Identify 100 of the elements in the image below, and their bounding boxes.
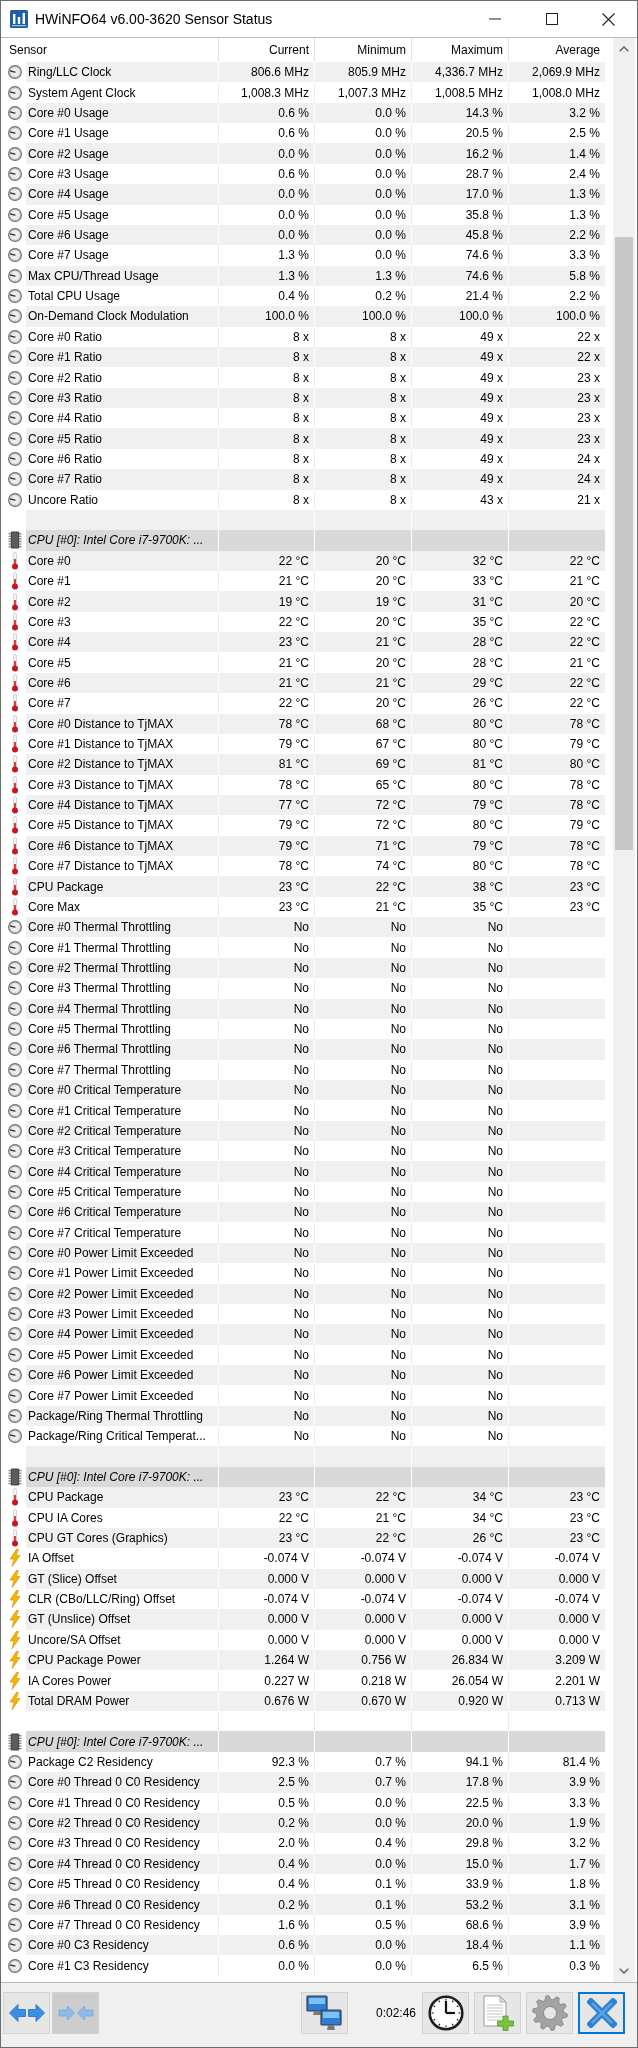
add-document-button[interactable] — [474, 1992, 521, 2034]
sensor-name: Core #6 — [28, 676, 71, 689]
table-row[interactable]: Core #0 Thermal Throttling No No No — [26, 917, 605, 938]
table-row[interactable]: Total DRAM Power 0.676 W 0.670 W 0.920 W 0.713 W — [26, 1690, 605, 1712]
table-row[interactable]: Core #6 Thermal Throttling No No No — [26, 1039, 605, 1060]
expand-button[interactable] — [3, 1992, 50, 2034]
current-value: 21 °C — [278, 676, 309, 689]
average-value: 20 °C — [569, 595, 600, 608]
close-button[interactable] — [578, 1992, 625, 2034]
table-row[interactable]: Core #6 Thread 0 C0 Residency 0.2 % 0.1 % 53.2 % 3.1 % — [26, 1894, 605, 1915]
sensor-name: Core #2 Thread 0 C0 Residency — [28, 1817, 200, 1830]
table-row[interactable]: Core #1 Ratio 8 x 8 x 49 x 22 x — [26, 347, 605, 368]
table-row[interactable]: Core #4 Distance to TjMAX 77 °C 72 °C 79 °C 78 °C — [26, 794, 605, 816]
gauge-icon — [8, 1123, 22, 1138]
table-row[interactable]: On-Demand Clock Modulation 100.0 % 100.0 % 100.0 % 100.0 % — [26, 306, 605, 327]
minimum-value: No — [390, 1389, 406, 1402]
average-value: 21 °C — [569, 575, 600, 588]
sensor-name: Core #6 Ratio — [28, 453, 103, 465]
table-row[interactable]: CPU Package Power 1.264 W 0.756 W 26.834 W 3.209 W — [26, 1650, 605, 1671]
table-row[interactable]: Core #2 Thermal Throttling No No No — [26, 957, 605, 979]
table-row[interactable]: GT (Slice) Offset 0.000 V 0.000 V 0.000 V 0.000 V — [26, 1568, 605, 1589]
table-row[interactable]: Core #6 Critical Temperature No No No — [26, 1202, 605, 1223]
sensor-name: Core #4 — [28, 636, 71, 649]
table-row[interactable]: Core #3 Ratio 8 x 8 x 49 x 23 x — [26, 387, 605, 409]
table-row[interactable]: Core #4 Thermal Throttling No No No — [26, 998, 605, 1019]
minimum-value: 69 °C — [375, 758, 406, 771]
table-row[interactable]: Core #7 Ratio 8 x 8 x 49 x 24 x — [26, 469, 605, 490]
maximum-value: No — [487, 1023, 503, 1036]
table-row[interactable]: Core #4 Thread 0 C0 Residency 0.4 % 0.0 % 15.0 % 1.7 % — [26, 1853, 605, 1874]
maximize-icon[interactable] — [545, 13, 558, 25]
minimum-value: No — [390, 1104, 406, 1117]
table-row[interactable]: Core #0 Power Limit Exceeded No No No — [26, 1242, 605, 1264]
gauge-icon — [8, 329, 22, 344]
current-value: 23 °C — [278, 900, 309, 913]
chevron-up-icon[interactable] — [619, 46, 629, 52]
settings-button[interactable] — [526, 1992, 573, 2034]
table-row[interactable]: Package/Ring Thermal Throttling No No No — [26, 1405, 605, 1427]
table-row[interactable]: Core #0 Distance to TjMAX 78 °C 68 °C 80 °C 78 °C — [26, 713, 605, 734]
table-row[interactable]: Core #0 Usage 0.6 % 0.0 % 14.3 % 3.2 % — [26, 102, 605, 124]
table-row[interactable]: Core #4 Usage 0.0 % 0.0 % 17.0 % 1.3 % — [26, 184, 605, 205]
table-row[interactable]: Core #0 22 °C 20 °C 32 °C 22 °C — [26, 550, 605, 571]
table-row[interactable]: Core #2 Thread 0 C0 Residency 0.2 % 0.0 % 20.0 % 1.9 % — [26, 1812, 605, 1834]
sensor-name: Core #5 Usage — [28, 208, 109, 221]
close-icon[interactable] — [602, 12, 615, 26]
current-value: 0.227 W — [264, 1674, 309, 1687]
maximum-value: 28 °C — [472, 636, 503, 649]
network-button[interactable] — [300, 1992, 348, 2034]
minimize-icon[interactable] — [488, 18, 501, 20]
table-row[interactable]: Core #6 21 °C 21 °C 29 °C 22 °C — [26, 672, 605, 694]
table-row[interactable]: Core #2 Distance to TjMAX 81 °C 69 °C 81 °C 80 °C — [26, 754, 605, 775]
table-row[interactable]: GT (Unslice) Offset 0.000 V 0.000 V 0.000 V 0.000 V — [26, 1609, 605, 1630]
section-header[interactable]: CPU [#0]: Intel Core i7-9700K: ... — [26, 1466, 605, 1488]
lightning-icon — [9, 1590, 21, 1609]
minimum-value: 72 °C — [375, 799, 406, 812]
table-row[interactable]: Core #6 Usage 0.0 % 0.0 % 45.8 % 2.2 % — [26, 224, 605, 246]
scrollbar[interactable] — [613, 38, 635, 1982]
scrollbar-thumb[interactable] — [615, 237, 633, 850]
lightning-icon — [9, 1630, 21, 1649]
table-row[interactable]: Core #2 Critical Temperature No No No — [26, 1120, 605, 1142]
current-value: 23 °C — [278, 880, 309, 893]
table-row[interactable]: Core #2 19 °C 19 °C 31 °C 20 °C — [26, 591, 605, 612]
table-row[interactable]: CPU Package 23 °C 22 °C 38 °C 23 °C — [26, 876, 605, 897]
sensor-name: Core #4 Power Limit Exceeded — [28, 1328, 194, 1341]
minimum-value: 20 °C — [375, 575, 406, 588]
table-row[interactable]: Core #0 Critical Temperature No No No — [26, 1079, 605, 1101]
table-row[interactable]: Core #2 Usage 0.0 % 0.0 % 16.2 % 1.4 % — [26, 143, 605, 164]
table-row[interactable]: Ring/LLC Clock 806.6 MHz 805.9 MHz 4,336.7 MHz 2,069.9 MHz — [26, 62, 605, 83]
section-header[interactable]: CPU [#0]: Intel Core i7-9700K: ... — [26, 530, 605, 551]
gauge-icon — [8, 65, 22, 80]
table-row[interactable]: Core #4 Power Limit Exceeded No No No — [26, 1324, 605, 1345]
gauge-icon — [8, 248, 22, 263]
average-value: 78 °C — [569, 717, 600, 730]
minimum-value: 0.000 V — [364, 1633, 406, 1646]
minimum-value: No — [390, 1165, 406, 1178]
gauge-icon — [8, 1144, 22, 1159]
gauge-icon — [8, 1856, 22, 1871]
minimum-value: 8 x — [390, 371, 406, 384]
maximum-value: 17.8 % — [465, 1776, 503, 1789]
maximum-value: 14.3 % — [465, 106, 503, 119]
table-row[interactable]: Max CPU/Thread Usage 1.3 % 1.3 % 74.6 % 5.8 % — [26, 265, 605, 286]
table-row[interactable]: Core #0 C3 Residency 0.6 % 0.0 % 18.4 % 1.1 % — [26, 1935, 605, 1956]
column-header[interactable]: Sensor — [1, 38, 218, 62]
sensor-name: Core #3 Thermal Throttling — [28, 982, 171, 995]
average-value: 3.3 % — [569, 249, 600, 262]
clock-button[interactable] — [422, 1992, 469, 2034]
current-value: 0.6 % — [278, 127, 309, 140]
table-row[interactable]: Core #2 Power Limit Exceeded No No No — [26, 1283, 605, 1304]
chevron-down-icon[interactable] — [619, 1968, 629, 1974]
current-value: 0.6 % — [278, 167, 309, 180]
section-header[interactable]: CPU [#0]: Intel Core i7-9700K: ... — [26, 1731, 605, 1752]
sensor-name: System Agent Clock — [28, 86, 136, 99]
table-row[interactable]: CPU GT Cores (Graphics) 23 °C 22 °C 26 °C 23 °C — [26, 1527, 605, 1549]
table-row[interactable]: Core #6 Distance to TjMAX 79 °C 71 °C 79 °C 78 °C — [26, 835, 605, 856]
table-row[interactable]: Core #5 Ratio 8 x 8 x 49 x 23 x — [26, 428, 605, 449]
table-row[interactable]: CPU Package 23 °C 22 °C 34 °C 23 °C — [26, 1487, 605, 1508]
table-row[interactable]: Core #0 Thread 0 C0 Residency 2.5 % 0.7 % 17.8 % 3.9 % — [26, 1772, 605, 1793]
table-row[interactable]: Core #4 Critical Temperature No No No — [26, 1161, 605, 1182]
table-row[interactable]: Core #4 23 °C 21 °C 28 °C 22 °C — [26, 632, 605, 653]
table-row[interactable]: Core #6 Power Limit Exceeded No No No — [26, 1365, 605, 1386]
current-value: No — [293, 1043, 309, 1056]
